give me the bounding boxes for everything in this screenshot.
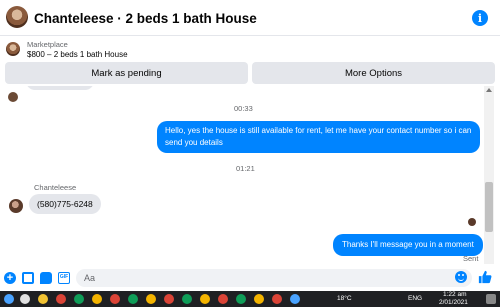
conversation-header: Chanteleese · 2 beds 1 bath House i — [0, 0, 500, 36]
timestamp: 00:33 — [234, 104, 253, 113]
notification-icon[interactable] — [486, 294, 496, 304]
os-taskbar: 18°C ENG 1:22 am 2/01/2021 — [0, 291, 500, 307]
weather-temp[interactable]: 18°C — [337, 295, 352, 302]
emoji-icon[interactable] — [455, 271, 467, 283]
language-indicator[interactable]: ENG — [408, 295, 422, 302]
message-status: Sent — [463, 254, 479, 263]
chrome-icon[interactable] — [74, 294, 84, 304]
chrome-icon[interactable] — [272, 294, 282, 304]
scrollbar-thumb[interactable] — [485, 182, 493, 232]
chrome-icon[interactable] — [56, 294, 66, 304]
scroll-up-arrow[interactable] — [486, 88, 492, 92]
conversation-title[interactable]: Chanteleese · 2 beds 1 bath House — [34, 11, 257, 26]
seen-indicator-avatar — [468, 218, 476, 226]
chrome-icon[interactable] — [92, 294, 102, 304]
message-input[interactable]: Aa — [76, 269, 472, 287]
outgoing-message[interactable]: Thanks I'll message you in a moment — [333, 234, 483, 256]
chrome-icon[interactable] — [146, 294, 156, 304]
contact-avatar-small — [8, 92, 18, 102]
timestamp: 01:21 — [236, 164, 255, 173]
chrome-icon[interactable] — [254, 294, 264, 304]
chrome-icon[interactable] — [218, 294, 228, 304]
message-composer: + GIF Aa — [0, 266, 500, 290]
message-thread: 00:33 Hello, yes the house is still avai… — [0, 86, 483, 264]
marketplace-listing[interactable]: Marketplace $800 – 2 beds 1 bath House — [0, 37, 500, 62]
mark-as-pending-button[interactable]: Mark as pending — [5, 62, 248, 84]
photo-icon[interactable] — [22, 272, 34, 284]
sticker-icon[interactable] — [40, 272, 52, 284]
plus-icon[interactable]: + — [4, 272, 16, 284]
outgoing-message[interactable]: Hello, yes the house is still available … — [157, 121, 480, 153]
listing-title: $800 – 2 beds 1 bath House — [27, 50, 128, 59]
clock-date[interactable]: 2/01/2021 — [439, 299, 468, 306]
marketplace-label: Marketplace — [27, 40, 68, 49]
start-icon[interactable] — [4, 294, 14, 304]
messenger-window: Chanteleese · 2 beds 1 bath House i Mark… — [0, 0, 500, 307]
chrome-icon[interactable] — [236, 294, 246, 304]
listing-thumbnail — [6, 42, 20, 56]
chat-scrollbar[interactable] — [484, 86, 494, 264]
incoming-message[interactable]: (580)775-6248 — [29, 194, 101, 214]
contact-avatar-small — [9, 199, 23, 213]
search-icon[interactable] — [20, 294, 30, 304]
thumbs-up-icon[interactable] — [478, 270, 492, 284]
chrome-icon[interactable] — [110, 294, 120, 304]
chrome-icon[interactable] — [128, 294, 138, 304]
chrome-icon[interactable] — [182, 294, 192, 304]
more-options-button[interactable]: More Options — [252, 62, 495, 84]
listing-actions: Mark as pending More Options — [5, 62, 495, 84]
clock-time[interactable]: 1:22 am — [443, 291, 467, 298]
chrome-icon[interactable] — [200, 294, 210, 304]
folder-icon[interactable] — [38, 294, 48, 304]
gif-icon[interactable]: GIF — [58, 272, 70, 284]
previous-message-bubble — [26, 86, 94, 90]
app-icon[interactable] — [290, 294, 300, 304]
sender-name: Chanteleese — [34, 183, 77, 192]
info-icon[interactable]: i — [472, 10, 488, 26]
contact-avatar[interactable] — [6, 6, 28, 28]
chrome-icon[interactable] — [164, 294, 174, 304]
